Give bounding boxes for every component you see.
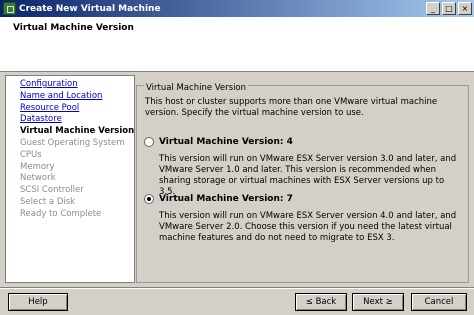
- app-icon: [3, 2, 16, 15]
- minimize-icon[interactable]: _: [426, 2, 440, 15]
- intro-text: This host or cluster supports more than …: [145, 97, 438, 118]
- help-button[interactable]: Help: [8, 293, 68, 311]
- step-cpus: CPUs: [20, 149, 42, 160]
- step-datastore[interactable]: Datastore: [20, 114, 134, 126]
- step-network: Network: [20, 173, 56, 184]
- page-title: Virtual Machine Version: [13, 23, 134, 33]
- version-7-radio[interactable]: [144, 194, 154, 204]
- group-label: Virtual Machine Version: [144, 83, 249, 93]
- title-bar: Create New Virtual Machine _ □ ×: [0, 0, 474, 17]
- maximize-icon[interactable]: □: [442, 2, 456, 15]
- footer-separator: [0, 287, 474, 289]
- version-7-description: This version will run on VMware ESX Serv…: [159, 211, 457, 243]
- version-4-description: This version will run on VMware ESX Serv…: [159, 154, 457, 197]
- wizard-header: Virtual Machine Version: [0, 17, 474, 72]
- close-icon[interactable]: ×: [458, 2, 472, 15]
- step-select-a-disk: Select a Disk: [20, 196, 76, 207]
- version-4-radio[interactable]: [144, 137, 154, 147]
- window-title: Create New Virtual Machine: [19, 3, 161, 14]
- step-virtual-machine-version: Virtual Machine Version: [20, 126, 135, 137]
- cancel-button[interactable]: Cancel: [411, 293, 467, 311]
- step-scsi-controller: SCSI Controller: [20, 185, 84, 196]
- back-button[interactable]: ≤ Back: [295, 293, 347, 311]
- step-resource-pool[interactable]: Resource Pool: [20, 103, 134, 115]
- step-ready-to-complete: Ready to Complete: [20, 208, 102, 219]
- wizard-steps: Configuration Name and Location Resource…: [5, 75, 135, 283]
- version-7-option[interactable]: Virtual Machine Version: 7: [144, 194, 293, 204]
- step-name-and-location[interactable]: Name and Location: [20, 91, 134, 103]
- version-7-label[interactable]: Virtual Machine Version: 7: [159, 194, 293, 204]
- version-4-option[interactable]: Virtual Machine Version: 4: [144, 137, 293, 147]
- step-memory: Memory: [20, 161, 55, 172]
- version-4-label[interactable]: Virtual Machine Version: 4: [159, 137, 293, 147]
- title-bar-buttons: _ □ ×: [426, 2, 472, 15]
- step-guest-operating-system: Guest Operating System: [20, 137, 125, 148]
- next-button[interactable]: Next ≥: [352, 293, 404, 311]
- step-configuration[interactable]: Configuration: [20, 79, 134, 91]
